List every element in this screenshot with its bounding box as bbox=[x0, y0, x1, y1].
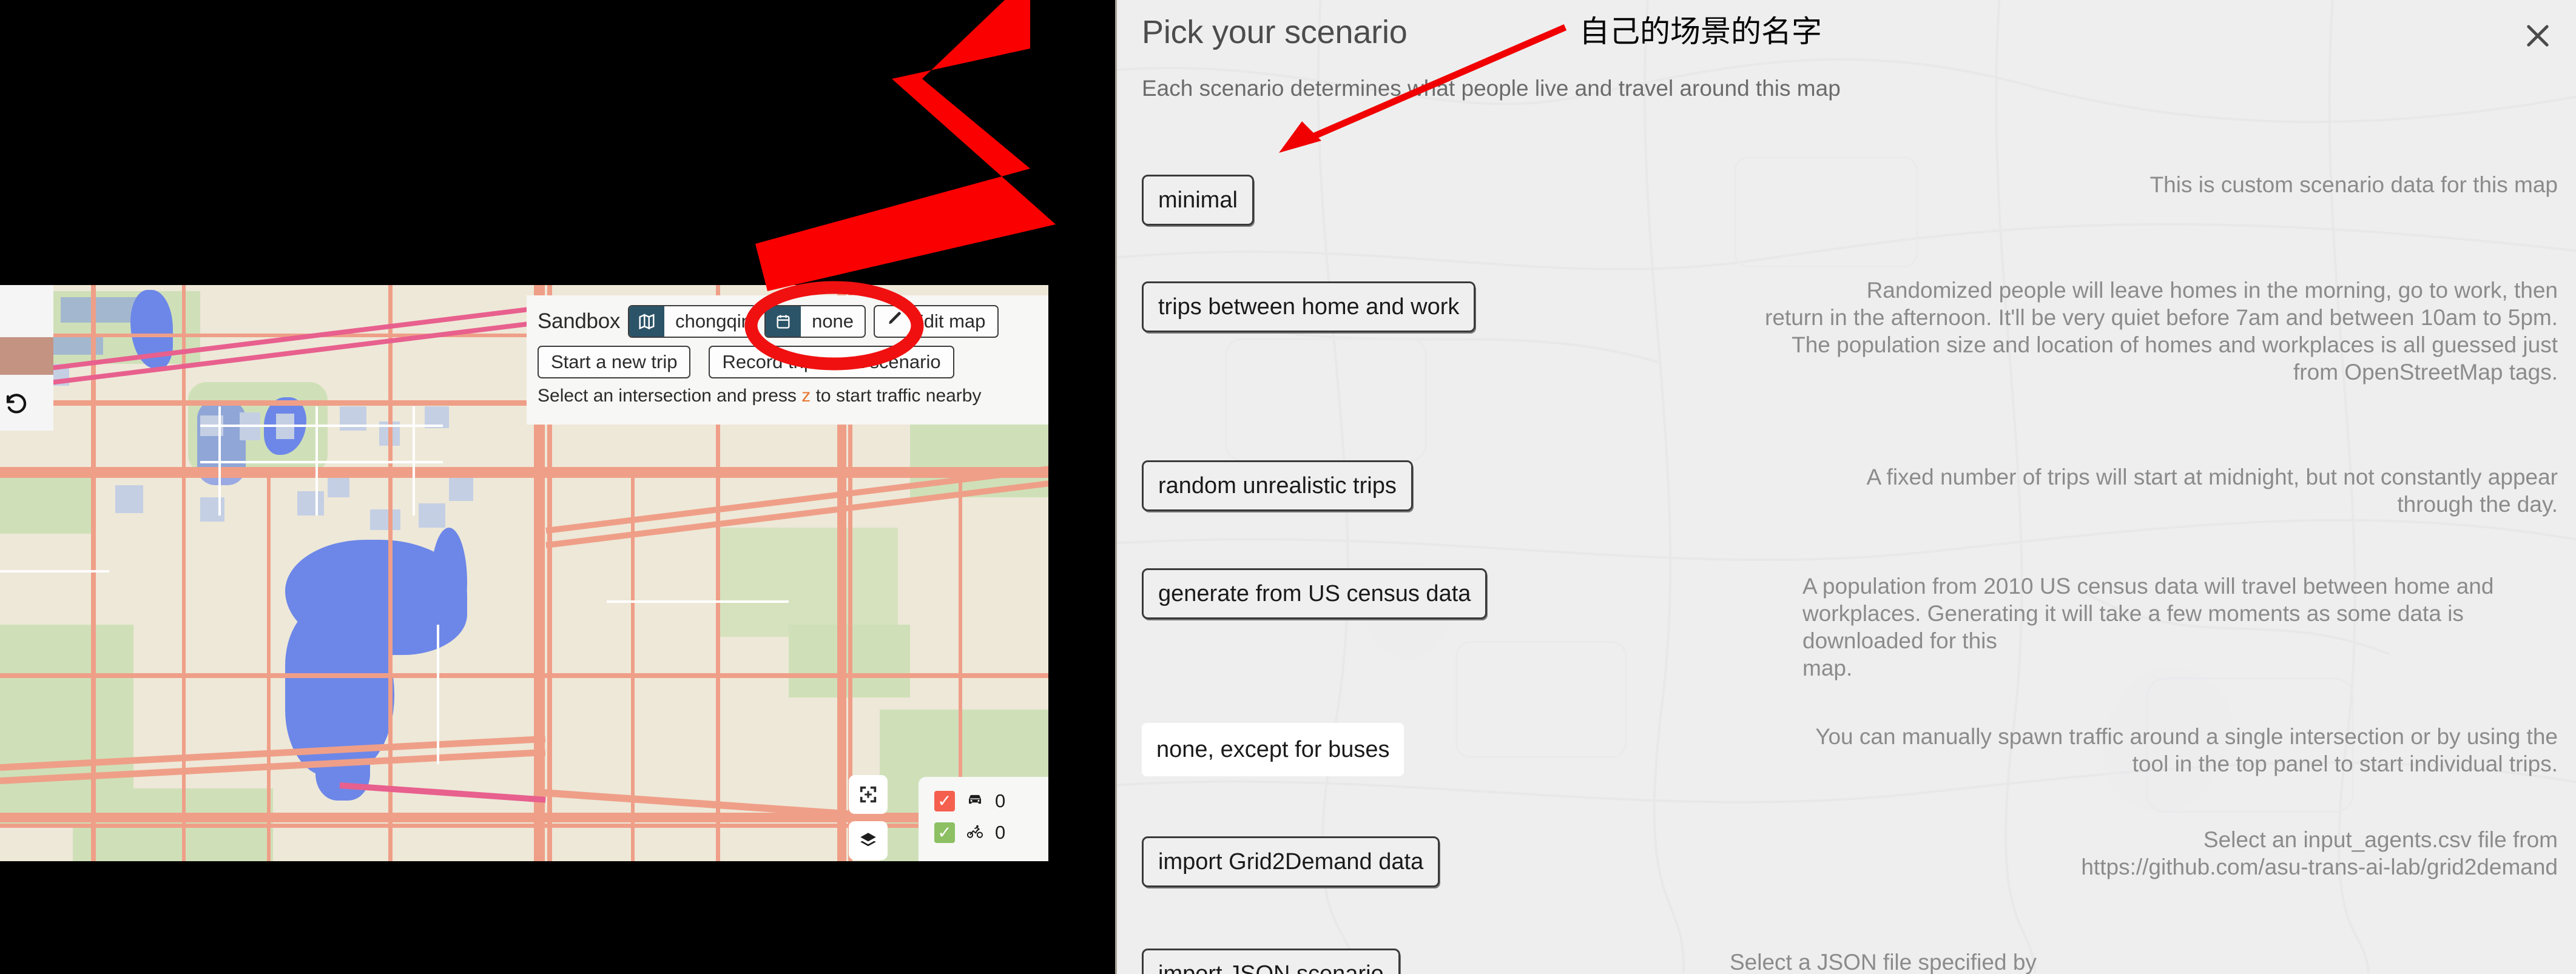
map-name-label: chongqing bbox=[675, 311, 756, 332]
screenshot-root: Sandbox chongqing none Edit map Start a … bbox=[0, 0, 2576, 974]
left-sidebar-strip bbox=[0, 285, 53, 431]
scenario-button-minimal[interactable]: minimal bbox=[1142, 175, 1254, 226]
hint-suffix: to start traffic nearby bbox=[811, 386, 982, 406]
panel-subtitle: Each scenario determines what people liv… bbox=[1142, 76, 1841, 101]
start-new-trip-button[interactable]: Start a new trip bbox=[538, 346, 691, 378]
car-icon bbox=[963, 791, 986, 812]
check-glyph: ✓ bbox=[937, 823, 952, 842]
pencil-icon bbox=[887, 311, 904, 332]
scenario-button-buses[interactable]: none, except for buses bbox=[1142, 723, 1404, 776]
scenario-description: Select an input_agents.csv file from htt… bbox=[2081, 827, 2558, 880]
edit-map-label: Edit map bbox=[911, 311, 986, 332]
scenario-button-random-trips[interactable]: random unrealistic trips bbox=[1142, 460, 1413, 511]
color-swatch bbox=[0, 337, 53, 375]
scenario-label: generate from US census data bbox=[1158, 580, 1471, 606]
scenario-description: Select a JSON file specified by bbox=[1730, 950, 2037, 974]
scenario-description: A fixed number of trips will start at mi… bbox=[1866, 465, 2558, 517]
record-trips-label: Record trips as a scenario bbox=[722, 351, 941, 372]
scenario-description: You can manually spawn traffic around a … bbox=[1815, 724, 2558, 777]
scenario-description: This is custom scenario data for this ma… bbox=[2149, 172, 2558, 197]
page-title: Pick your scenario bbox=[1142, 14, 1408, 50]
sandbox-hint: Select an intersection and press z to st… bbox=[538, 386, 1037, 406]
sandbox-toolbar: Sandbox chongqing none Edit map Start a … bbox=[527, 295, 1048, 425]
scenario-selector[interactable]: none bbox=[764, 305, 866, 338]
edit-map-button[interactable]: Edit map bbox=[874, 305, 999, 338]
check-glyph: ✓ bbox=[937, 791, 952, 810]
scenario-label: import Grid2Demand data bbox=[1158, 848, 1424, 875]
agent-counter-panel: ✓ 0 ✓ 0 bbox=[919, 777, 1048, 861]
annotation-chinese-label: 自己的场景的名字 bbox=[1579, 14, 1822, 49]
car-count: 0 bbox=[995, 790, 1006, 811]
scenario-label: none, except for buses bbox=[1156, 736, 1390, 762]
start-new-trip-label: Start a new trip bbox=[551, 351, 678, 372]
bike-counter-row[interactable]: ✓ 0 bbox=[934, 822, 1048, 844]
scenario-name-label: none bbox=[812, 311, 854, 332]
panel-content: Pick your scenario Each scenario determi… bbox=[1117, 0, 2576, 974]
calendar-icon bbox=[766, 306, 801, 337]
scenario-description: A population from 2010 US census data wi… bbox=[1802, 574, 2494, 681]
bike-checkbox[interactable]: ✓ bbox=[934, 822, 955, 843]
scenario-button-grid2demand[interactable]: import Grid2Demand data bbox=[1142, 836, 1440, 887]
bike-count: 0 bbox=[995, 822, 1006, 843]
scenario-label: minimal bbox=[1158, 187, 1238, 213]
scenario-button-us-census[interactable]: generate from US census data bbox=[1142, 568, 1488, 619]
record-trips-button[interactable]: Record trips as a scenario bbox=[709, 346, 954, 378]
scenario-button-home-work[interactable]: trips between home and work bbox=[1142, 281, 1476, 332]
scenario-panel: Pick your scenario Each scenario determi… bbox=[1115, 0, 2576, 974]
map-icon bbox=[629, 306, 665, 337]
annotation-block-arrow bbox=[755, 0, 1056, 291]
car-checkbox[interactable]: ✓ bbox=[934, 791, 955, 811]
bicycle-icon bbox=[963, 822, 986, 844]
hint-prefix: Select an intersection and press bbox=[538, 386, 802, 406]
fit-to-screen-icon[interactable] bbox=[849, 775, 888, 814]
scenario-label: import JSON scenario bbox=[1158, 961, 1384, 974]
scenario-button-json[interactable]: import JSON scenario bbox=[1142, 949, 1400, 974]
close-icon[interactable] bbox=[2517, 15, 2559, 57]
sandbox-title: Sandbox bbox=[538, 309, 621, 333]
map-selector[interactable]: chongqing bbox=[628, 305, 757, 338]
scenario-description: Randomized people will leave homes in th… bbox=[1765, 278, 2558, 385]
scenario-label: random unrealistic trips bbox=[1158, 472, 1397, 499]
scenario-label: trips between home and work bbox=[1158, 294, 1460, 320]
hint-key: z bbox=[801, 386, 811, 406]
undo-icon[interactable] bbox=[4, 391, 29, 417]
layers-icon[interactable] bbox=[849, 821, 888, 860]
car-counter-row[interactable]: ✓ 0 bbox=[934, 790, 1048, 812]
